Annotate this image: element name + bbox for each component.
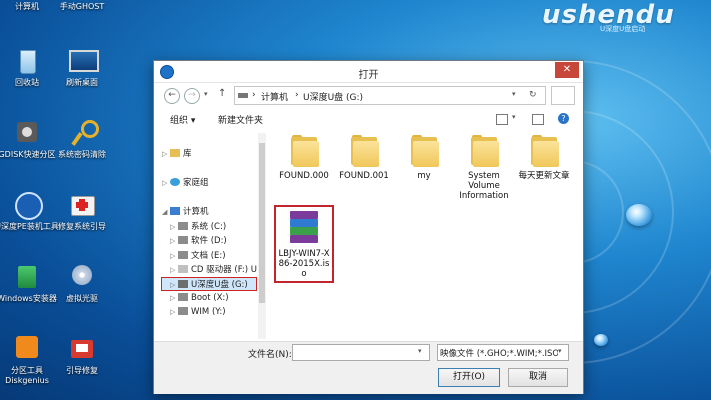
refresh-desktop-icon [67, 46, 99, 76]
water-drop-large [626, 204, 652, 226]
sidebar-item-library[interactable]: ▷ 库 [162, 147, 192, 159]
folder-icon [529, 135, 559, 167]
scrollbar-thumb[interactable] [259, 143, 265, 303]
drive-icon [238, 93, 248, 98]
organize-button[interactable]: 组织 ▾ [170, 113, 195, 126]
computer-icon [170, 207, 180, 215]
filename-label: 文件名(N): [248, 350, 292, 360]
address-dropdown-icon[interactable]: ▾ [512, 90, 516, 98]
dialog-toolbar: 组织 ▾ 新建文件夹 ▾ ? [154, 109, 583, 129]
dialog-title: 打开 [358, 70, 379, 81]
file-item-found001[interactable]: FOUND.001 [338, 135, 390, 181]
desktop-icon-repair-boot[interactable]: 修复系统引导 [47, 190, 117, 232]
drive-icon [178, 251, 188, 259]
repair-boot-icon [67, 190, 97, 220]
file-item-system-volume-information[interactable]: System Volume Information [458, 135, 510, 201]
filetype-select[interactable]: 映像文件 (*.GHO;*.WIM;*.ISO [437, 344, 569, 361]
desktop-icon-ghost[interactable]: 手动GHOST [47, 0, 117, 12]
virtual-drive-icon [67, 262, 97, 292]
drive-icon [178, 236, 188, 244]
dialog-titlebar: 打开 ✕ [154, 61, 583, 83]
sidebar-item-drive-e[interactable]: ▷ 文档 (E:) [170, 249, 226, 261]
up-arrow-icon[interactable]: ↑ [218, 88, 226, 99]
pe-install-icon [12, 190, 43, 220]
desktop-icon-boot-repair[interactable]: 引导修复 [47, 334, 117, 376]
gdisk-icon [12, 118, 42, 148]
cd-drive-icon [178, 265, 188, 273]
folder-icon [409, 135, 439, 167]
address-bar[interactable]: › 计算机 › U深度U盘 (G:) ▾ ↻ [234, 86, 546, 105]
drive-icon [178, 222, 188, 230]
back-button[interactable]: ← [164, 88, 180, 104]
forward-button[interactable]: → [184, 88, 200, 104]
usb-drive-icon [178, 280, 188, 288]
preview-pane-icon[interactable] [532, 114, 544, 125]
boot-repair-icon [67, 334, 97, 364]
rar-archive-icon [288, 211, 320, 243]
close-button[interactable]: ✕ [555, 62, 579, 78]
sidebar-item-drive-c[interactable]: ▷ 系统 (C:) [170, 220, 226, 232]
library-icon [170, 149, 180, 157]
breadcrumb-sep-icon: › [252, 90, 256, 100]
desktop-icon-password-clear[interactable]: 系统密码清除 [47, 118, 117, 160]
sidebar-item-drive-g[interactable]: ▷ U深度U盘 (G:) [161, 277, 257, 291]
recycle-bin-icon [12, 46, 42, 76]
sidebar-item-drive-y[interactable]: ▷ WIM (Y:) [170, 307, 226, 319]
filename-input[interactable] [292, 344, 430, 361]
breadcrumb-sep-icon: › [295, 90, 299, 100]
file-item-iso[interactable]: LBJY-WIN7-X86-2015X.iso [274, 205, 334, 283]
filename-dropdown-icon[interactable]: ▾ [418, 347, 422, 355]
refresh-icon[interactable]: ↻ [529, 90, 537, 100]
new-folder-button[interactable]: 新建文件夹 [218, 113, 263, 126]
sidebar-item-computer[interactable]: ◢ 计算机 [162, 205, 209, 217]
folder-icon [349, 135, 379, 167]
file-item-my[interactable]: my [398, 135, 450, 181]
breadcrumb-drive-g[interactable]: U深度U盘 (G:) [303, 90, 363, 103]
breadcrumb-computer[interactable]: 计算机 [261, 90, 288, 103]
view-options-icon[interactable] [496, 114, 508, 125]
open-button[interactable]: 打开(O) [438, 368, 500, 387]
sidebar-item-drive-f[interactable]: ▷ CD 驱动器 (F:) U [170, 263, 257, 275]
filetype-dropdown-icon[interactable]: ▾ [558, 347, 562, 355]
open-file-dialog: 打开 ✕ ← → ▾ ↑ › 计算机 › U深度U盘 (G:) ▾ ↻ 组织 ▾… [153, 60, 584, 394]
search-box[interactable] [551, 86, 575, 105]
water-drop-small [594, 334, 608, 346]
cancel-button[interactable]: 取消 [508, 368, 568, 387]
drive-icon [178, 307, 188, 315]
folder-icon [289, 135, 319, 167]
file-item-found000[interactable]: FOUND.000 [278, 135, 330, 181]
dialog-footer: 文件名(N): ▾ 映像文件 (*.GHO;*.WIM;*.ISO ▾ 打开(O… [154, 341, 583, 394]
address-row: ← → ▾ ↑ › 计算机 › U深度U盘 (G:) ▾ ↻ [154, 83, 583, 109]
sidebar-item-drive-d[interactable]: ▷ 软件 (D:) [170, 234, 227, 246]
folder-icon [469, 135, 499, 167]
desktop-icon-refresh[interactable]: 刷新桌面 [47, 46, 117, 88]
file-item-daily-articles[interactable]: 每天更新文章 [518, 135, 570, 181]
view-dropdown-icon[interactable]: ▾ [512, 113, 516, 121]
navigation-pane: ▷ 库 ▷ 家庭组 ◢ 计算机 ▷ 系统 (C:) ▷ 软件 (D:) ▷ 文档 (E:) … [160, 133, 259, 339]
sidebar-item-drive-x[interactable]: ▷ Boot (X:) [170, 293, 229, 305]
recent-dropdown-icon[interactable]: ▾ [204, 90, 208, 98]
drive-icon [178, 293, 188, 301]
diskgenius-icon [12, 334, 42, 364]
homegroup-icon [170, 178, 180, 186]
desktop-icon-virtual-drive[interactable]: 虚拟光驱 [47, 262, 117, 304]
brand-subtitle: U深度U盘启动 [600, 25, 646, 33]
sidebar-item-homegroup[interactable]: ▷ 家庭组 [162, 176, 209, 188]
help-icon[interactable]: ? [558, 113, 569, 124]
key-icon [67, 118, 99, 148]
navigation-scrollbar[interactable] [258, 133, 266, 339]
windows-installer-icon [12, 262, 42, 292]
